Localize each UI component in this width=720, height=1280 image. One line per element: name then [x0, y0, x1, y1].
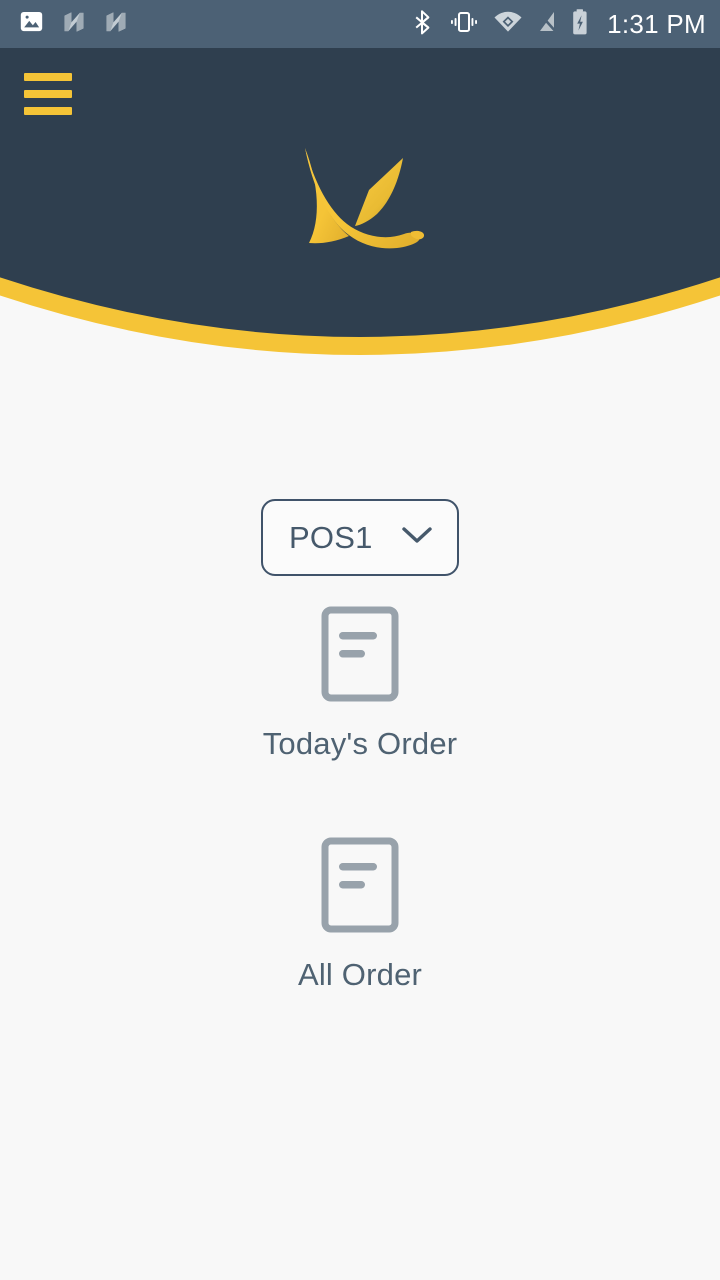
app-header [0, 48, 720, 378]
app-screen: 1:31 PM POS1 Today's Order All Order [0, 0, 720, 1280]
android-nougat-icon-2 [103, 9, 129, 40]
photo-image-icon [18, 8, 45, 40]
tile-todays-order-label: Today's Order [262, 726, 458, 761]
chevron-down-icon [400, 524, 434, 551]
hamburger-menu-button[interactable] [18, 68, 80, 120]
wifi-vpn-icon [493, 9, 523, 40]
pos-selector-value: POS1 [289, 519, 373, 555]
flying-bird-logo [305, 148, 425, 249]
pos-selector-dropdown[interactable]: POS1 [261, 499, 459, 576]
menu-bar-top [24, 73, 72, 81]
main-content: POS1 Today's Order All Order [0, 378, 720, 1280]
status-clock: 1:31 PM [607, 8, 706, 39]
document-lines-icon [321, 837, 399, 933]
tile-todays-order[interactable]: Today's Order [230, 606, 490, 762]
no-sim-signal-icon [536, 9, 558, 40]
android-nougat-icon-1 [61, 9, 87, 40]
status-bar: 1:31 PM [0, 0, 720, 48]
menu-bar-bottom [24, 107, 72, 115]
tile-all-order[interactable]: All Order [230, 837, 490, 993]
menu-bar-middle [24, 90, 72, 98]
document-lines-icon [321, 606, 399, 702]
tile-all-order-label: All Order [297, 957, 423, 992]
battery-charging-icon [571, 8, 589, 41]
status-bar-left-icons [18, 8, 129, 40]
bluetooth-icon [411, 9, 435, 40]
vibrate-mode-icon [448, 9, 480, 40]
status-bar-right-icons: 1:31 PM [411, 8, 706, 41]
